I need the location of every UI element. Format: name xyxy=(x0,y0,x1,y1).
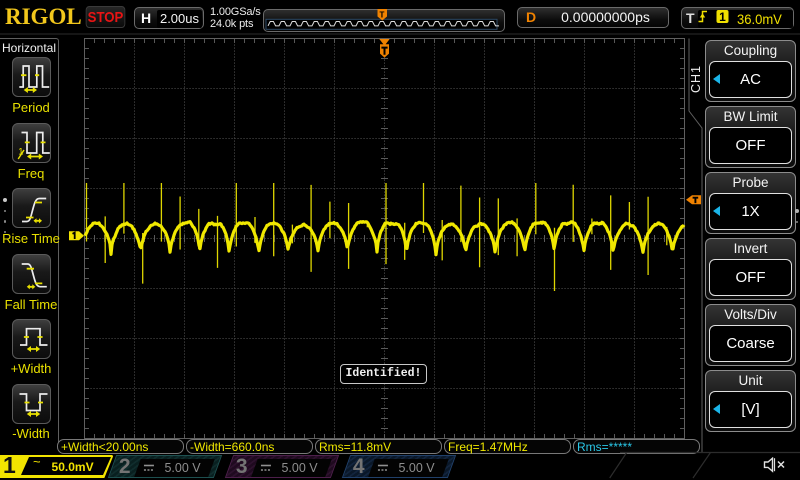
svg-text:1: 1 xyxy=(719,10,726,24)
svg-text:T: T xyxy=(380,11,385,20)
